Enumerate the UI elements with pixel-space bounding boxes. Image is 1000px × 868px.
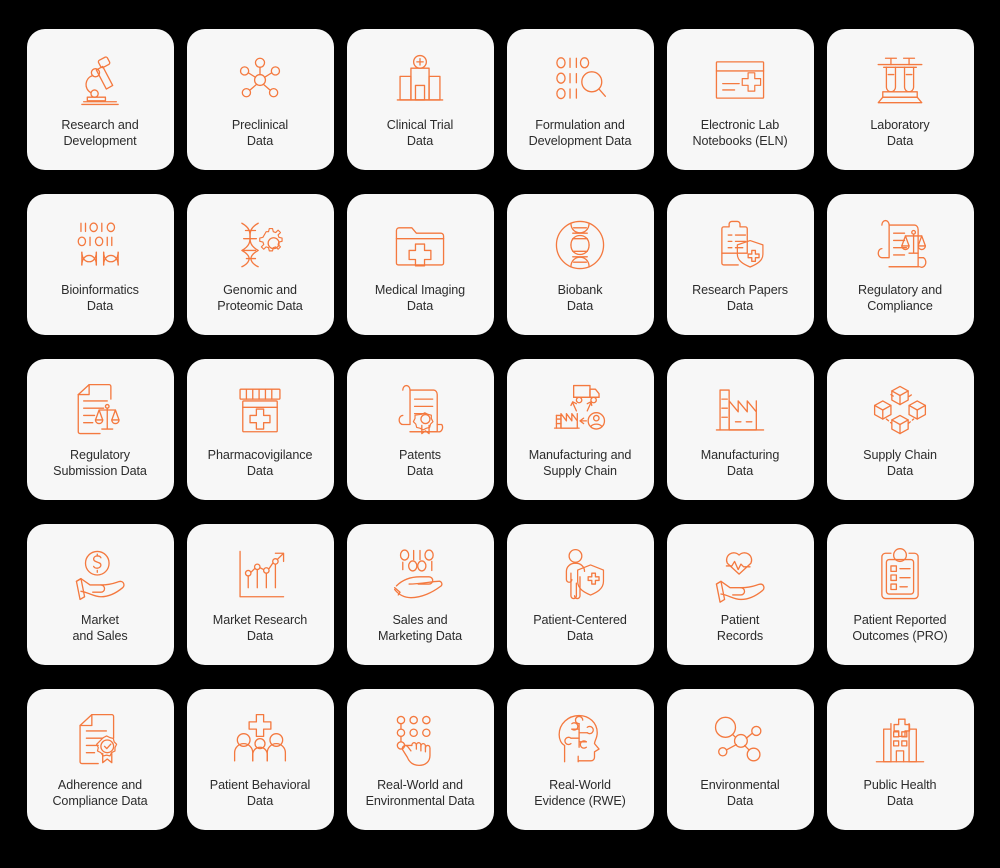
category-card[interactable]: Medical Imaging Data [346, 194, 494, 335]
category-card-label: Patient Behavioral Data [209, 778, 311, 809]
category-card[interactable]: Regulatory Submission Data [26, 359, 174, 500]
category-card[interactable]: Manufacturing Data [666, 359, 814, 500]
test-tubes-rack-icon [835, 43, 966, 117]
category-card-label: Regulatory and Compliance [857, 283, 942, 314]
hand-touch-dots-icon [355, 703, 486, 777]
document-scales-icon [35, 373, 166, 447]
category-card-label: Environmental Data [700, 778, 780, 809]
growth-chart-icon [195, 538, 326, 612]
molecule-nodes-icon [675, 703, 806, 777]
category-card-label: Sales and Marketing Data [378, 613, 462, 644]
folder-medical-icon [355, 208, 486, 282]
category-card[interactable]: Patient-Centered Data [506, 524, 654, 665]
category-card-label: Market and Sales [72, 613, 128, 644]
category-card[interactable]: Genomic and Proteomic Data [186, 194, 334, 335]
data-category-grid: Research and Development Preclinical Data… [0, 0, 1000, 868]
category-card-label: Public Health Data [863, 778, 937, 809]
person-shield-icon [515, 538, 646, 612]
category-card-label: Real-World and Environmental Data [365, 778, 475, 809]
category-card-label: Real-World Evidence (RWE) [534, 778, 626, 809]
category-card[interactable]: Market Research Data [186, 524, 334, 665]
category-card[interactable]: Patient Records [666, 524, 814, 665]
category-card-label: Medical Imaging Data [374, 283, 466, 314]
dna-gear-icon [195, 208, 326, 282]
category-card[interactable]: Biobank Data [506, 194, 654, 335]
microscope-icon [35, 43, 166, 117]
category-card-label: Research Papers Data [692, 283, 788, 314]
category-card-label: Formulation and Development Data [528, 118, 632, 149]
boxes-network-icon [835, 373, 966, 447]
clipboard-shield-icon [675, 208, 806, 282]
clipboard-checklist-icon [835, 538, 966, 612]
pill-bottle-icon [195, 373, 326, 447]
category-card[interactable]: Clinical Trial Data [346, 29, 494, 170]
dna-circle-icon [515, 208, 646, 282]
category-card-label: Biobank Data [557, 283, 603, 314]
category-card[interactable]: Market and Sales [26, 524, 174, 665]
notebook-plus-icon [675, 43, 806, 117]
category-card-label: Manufacturing Data [700, 448, 780, 479]
category-card-label: Research and Development [61, 118, 139, 149]
category-card-label: Patents Data [398, 448, 441, 479]
category-card[interactable]: Environmental Data [666, 689, 814, 830]
category-card[interactable]: Bioinformatics Data [26, 194, 174, 335]
category-card[interactable]: Preclinical Data [186, 29, 334, 170]
category-card[interactable]: Regulatory and Compliance [826, 194, 974, 335]
factory-icon [675, 373, 806, 447]
binary-search-icon [515, 43, 646, 117]
hand-dollar-icon [35, 538, 166, 612]
category-card[interactable]: Real-World and Environmental Data [346, 689, 494, 830]
category-card[interactable]: Adherence and Compliance Data [26, 689, 174, 830]
category-card[interactable]: Sales and Marketing Data [346, 524, 494, 665]
category-card-label: Preclinical Data [231, 118, 289, 149]
category-card-label: Electronic Lab Notebooks (ELN) [692, 118, 788, 149]
hand-heart-pulse-icon [675, 538, 806, 612]
hand-binary-icon [355, 538, 486, 612]
category-card[interactable]: Patient Behavioral Data [186, 689, 334, 830]
category-card-label: Patient Records [716, 613, 764, 644]
people-medical-cross-icon [195, 703, 326, 777]
category-card[interactable]: Public Health Data [826, 689, 974, 830]
molecule-network-icon [195, 43, 326, 117]
category-card-label: Market Research Data [212, 613, 308, 644]
category-card[interactable]: Research Papers Data [666, 194, 814, 335]
hospital-building-icon [355, 43, 486, 117]
category-card[interactable]: Patient Reported Outcomes (PRO) [826, 524, 974, 665]
category-card-label: Regulatory Submission Data [53, 448, 147, 479]
category-card-label: Pharmacovigilance Data [207, 448, 313, 479]
binary-dna-icon [35, 208, 166, 282]
category-card[interactable]: Pharmacovigilance Data [186, 359, 334, 500]
document-seal-icon [35, 703, 166, 777]
category-card-label: Patient-Centered Data [533, 613, 627, 644]
scroll-scales-icon [835, 208, 966, 282]
category-card[interactable]: Real-World Evidence (RWE) [506, 689, 654, 830]
certificate-scroll-icon [355, 373, 486, 447]
category-card-label: Patient Reported Outcomes (PRO) [852, 613, 948, 644]
category-card[interactable]: Formulation and Development Data [506, 29, 654, 170]
truck-factory-user-icon [515, 373, 646, 447]
category-card-label: Genomic and Proteomic Data [217, 283, 303, 314]
category-card-label: Clinical Trial Data [386, 118, 454, 149]
category-card[interactable]: Supply Chain Data [826, 359, 974, 500]
head-circuit-icon [515, 703, 646, 777]
category-card[interactable]: Manufacturing and Supply Chain [506, 359, 654, 500]
category-card[interactable]: Research and Development [26, 29, 174, 170]
category-card[interactable]: Patents Data [346, 359, 494, 500]
category-card-label: Manufacturing and Supply Chain [528, 448, 632, 479]
hospital-icon [835, 703, 966, 777]
category-card-label: Laboratory Data [870, 118, 930, 149]
category-card[interactable]: Electronic Lab Notebooks (ELN) [666, 29, 814, 170]
category-card[interactable]: Laboratory Data [826, 29, 974, 170]
category-card-label: Adherence and Compliance Data [52, 778, 148, 809]
category-card-label: Bioinformatics Data [61, 283, 139, 314]
category-card-label: Supply Chain Data [863, 448, 937, 479]
